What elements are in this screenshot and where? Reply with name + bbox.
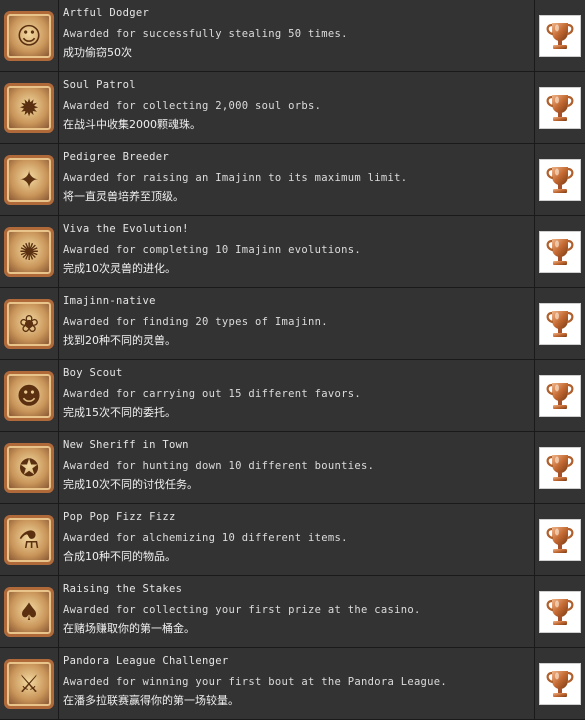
bronze-trophy-icon xyxy=(539,87,581,129)
trophy-description-chinese: 在潘多拉联赛赢得你的第一场较量。 xyxy=(63,694,239,707)
trophy-description: Awarded for collecting 2,000 soul orbs. xyxy=(63,100,322,112)
bronze-trophy-icon xyxy=(539,519,581,561)
trophy-list: ☺ Artful Dodger Awarded for successfully… xyxy=(0,0,585,720)
trophy-row[interactable]: ✦ Pedigree Breeder Awarded for raising a… xyxy=(0,144,585,216)
trophy-description: Awarded for raising an Imajinn to its ma… xyxy=(63,172,408,184)
trophy-title: Raising the Stakes xyxy=(63,583,183,595)
trophy-description: Awarded for alchemizing 10 different ite… xyxy=(63,532,348,544)
trophy-title: Artful Dodger xyxy=(63,7,150,19)
trophy-description: Awarded for hunting down 10 different bo… xyxy=(63,460,375,472)
trophy-title: Pandora League Challenger xyxy=(63,655,229,667)
trophy-grade-cell xyxy=(535,288,585,360)
trophy-title: Imajinn-native xyxy=(63,295,156,307)
trophy-image-cell: ☺ xyxy=(0,0,59,72)
trophy-text-cell: Soul Patrol Awarded for collecting 2,000… xyxy=(59,72,535,143)
trophy-grade-cell xyxy=(535,648,585,720)
trophy-row[interactable]: ✺ Viva the Evolution! Awarded for comple… xyxy=(0,216,585,288)
trophy-grade-cell xyxy=(535,216,585,288)
alchemy-cauldron-icon: ⚗ xyxy=(4,515,54,565)
trophy-text-cell: New Sheriff in Town Awarded for hunting … xyxy=(59,432,535,503)
trophy-grade-cell xyxy=(535,360,585,432)
trophy-image-cell: ⚗ xyxy=(0,504,59,576)
imajinn-evolution-icon: ✺ xyxy=(4,227,54,277)
trophy-image-cell: ✹ xyxy=(0,72,59,144)
bounty-monster-icon: ✪ xyxy=(4,443,54,493)
bronze-trophy-icon xyxy=(539,231,581,273)
trophy-description-chinese: 在赌场赚取你的第一桶金。 xyxy=(63,622,195,635)
trophy-grade-cell xyxy=(535,504,585,576)
trophy-row[interactable]: ✹ Soul Patrol Awarded for collecting 2,0… xyxy=(0,72,585,144)
trophy-grade-cell xyxy=(535,144,585,216)
bronze-trophy-icon xyxy=(539,591,581,633)
trophy-title: Pedigree Breeder xyxy=(63,151,169,163)
bronze-trophy-icon xyxy=(539,663,581,705)
trophy-description-chinese: 完成15次不同的委托。 xyxy=(63,406,176,419)
bronze-trophy-icon xyxy=(539,375,581,417)
trophy-description: Awarded for winning your first bout at t… xyxy=(63,676,448,688)
trophy-image-cell: ☻ xyxy=(0,360,59,432)
trophy-description-chinese: 完成10次灵兽的进化。 xyxy=(63,262,176,275)
trophy-text-cell: Pedigree Breeder Awarded for raising an … xyxy=(59,144,535,215)
trophy-description-chinese: 成功偷窃50次 xyxy=(63,46,132,59)
trophy-grade-cell xyxy=(535,432,585,504)
trophy-description-chinese: 合成10种不同的物品。 xyxy=(63,550,176,563)
trophy-text-cell: Raising the Stakes Awarded for collectin… xyxy=(59,576,535,647)
trophy-grade-cell xyxy=(535,576,585,648)
casino-character-icon: ♠ xyxy=(4,587,54,637)
trophy-title: Soul Patrol xyxy=(63,79,136,91)
trophy-text-cell: Pandora League Challenger Awarded for wi… xyxy=(59,648,535,719)
thief-character-icon: ☺ xyxy=(4,11,54,61)
trophy-text-cell: Artful Dodger Awarded for successfully s… xyxy=(59,0,535,71)
imajinn-collector-icon: ❀ xyxy=(4,299,54,349)
trophy-row[interactable]: ☻ Boy Scout Awarded for carrying out 15 … xyxy=(0,360,585,432)
soul-orb-icon: ✹ xyxy=(4,83,54,133)
trophy-grade-cell xyxy=(535,72,585,144)
trophy-image-cell: ✪ xyxy=(0,432,59,504)
imajinn-bird-icon: ✦ xyxy=(4,155,54,205)
trophy-image-cell: ♠ xyxy=(0,576,59,648)
trophy-image-cell: ✦ xyxy=(0,144,59,216)
trophy-row[interactable]: ⚔ Pandora League Challenger Awarded for … xyxy=(0,648,585,720)
trophy-description: Awarded for carrying out 15 different fa… xyxy=(63,388,361,400)
trophy-title: Boy Scout xyxy=(63,367,123,379)
trophy-description: Awarded for completing 10 Imajinn evolut… xyxy=(63,244,361,256)
trophy-image-cell: ⚔ xyxy=(0,648,59,720)
trophy-description-chinese: 在战斗中收集2000颗魂珠。 xyxy=(63,118,201,131)
bronze-trophy-icon xyxy=(539,303,581,345)
trophy-row[interactable]: ⚗ Pop Pop Fizz Fizz Awarded for alchemiz… xyxy=(0,504,585,576)
trophy-text-cell: Viva the Evolution! Awarded for completi… xyxy=(59,216,535,287)
bronze-trophy-icon xyxy=(539,15,581,57)
trophy-row[interactable]: ☺ Artful Dodger Awarded for successfully… xyxy=(0,0,585,72)
trophy-description: Awarded for successfully stealing 50 tim… xyxy=(63,28,348,40)
trophy-description: Awarded for collecting your first prize … xyxy=(63,604,421,616)
trophy-description-chinese: 完成10次不同的讨伐任务。 xyxy=(63,478,198,491)
villagers-icon: ☻ xyxy=(4,371,54,421)
trophy-text-cell: Boy Scout Awarded for carrying out 15 di… xyxy=(59,360,535,431)
trophy-title: Pop Pop Fizz Fizz xyxy=(63,511,176,523)
trophy-row[interactable]: ❀ Imajinn-native Awarded for finding 20 … xyxy=(0,288,585,360)
trophy-text-cell: Imajinn-native Awarded for finding 20 ty… xyxy=(59,288,535,359)
trophy-description: Awarded for finding 20 types of Imajinn. xyxy=(63,316,328,328)
pandora-league-emblem-icon: ⚔ xyxy=(4,659,54,709)
trophy-description-chinese: 找到20种不同的灵兽。 xyxy=(63,334,176,347)
trophy-grade-cell xyxy=(535,0,585,72)
trophy-text-cell: Pop Pop Fizz Fizz Awarded for alchemizin… xyxy=(59,504,535,575)
trophy-row[interactable]: ♠ Raising the Stakes Awarded for collect… xyxy=(0,576,585,648)
trophy-row[interactable]: ✪ New Sheriff in Town Awarded for huntin… xyxy=(0,432,585,504)
bronze-trophy-icon xyxy=(539,447,581,489)
trophy-title: Viva the Evolution! xyxy=(63,223,189,235)
trophy-image-cell: ✺ xyxy=(0,216,59,288)
trophy-image-cell: ❀ xyxy=(0,288,59,360)
trophy-title: New Sheriff in Town xyxy=(63,439,189,451)
bronze-trophy-icon xyxy=(539,159,581,201)
trophy-description-chinese: 将一直灵兽培养至顶级。 xyxy=(63,190,184,203)
